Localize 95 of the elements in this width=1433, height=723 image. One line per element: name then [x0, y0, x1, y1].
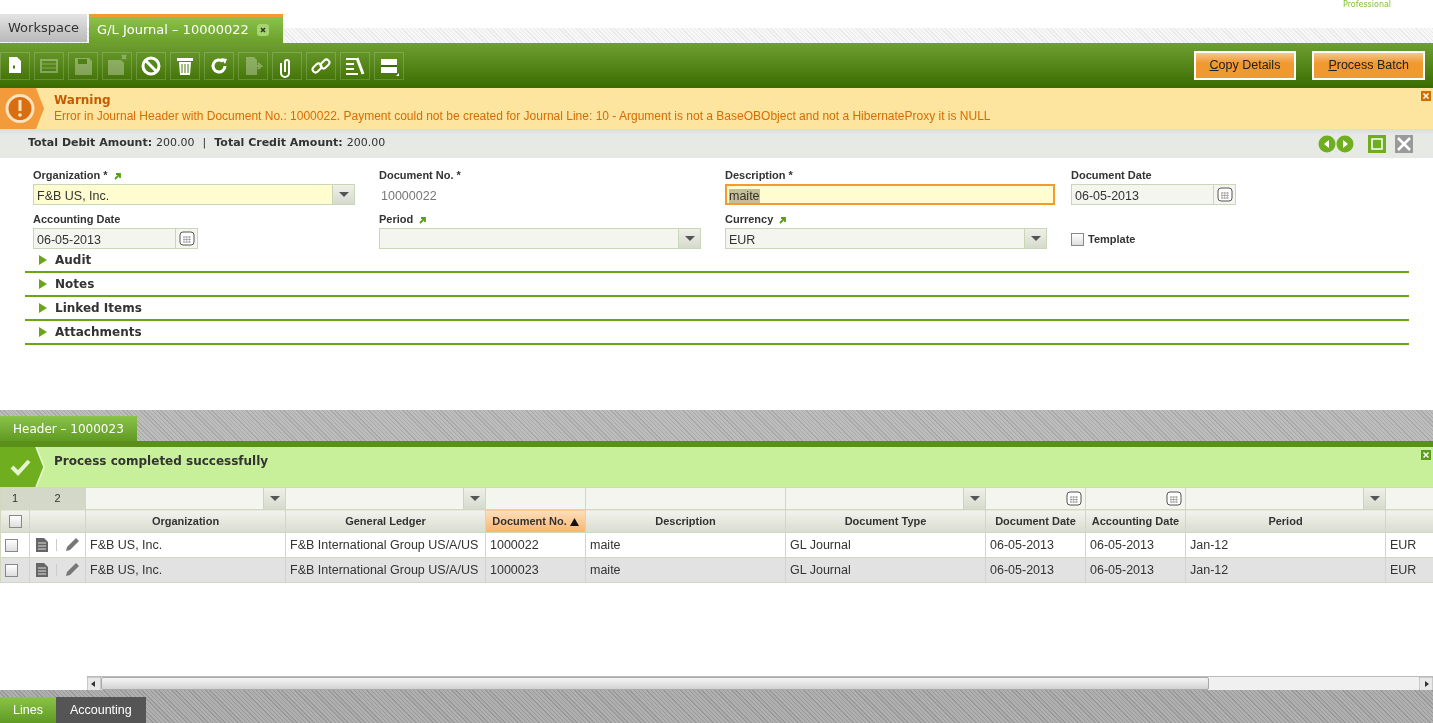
caret-icon[interactable]: [338, 192, 349, 197]
table-cell: GL Journal: [790, 537, 851, 552]
dropdown-field[interactable]: [379, 228, 701, 249]
table-row[interactable]: F&B US, Inc. F&B International Group US/A/US 1000023 maite GL Journal 06-05-2013 06-05-2013 Jan-12 EUR: [0, 557, 1433, 583]
table-cell: EUR: [1390, 537, 1417, 552]
table-cell: 06-05-2013: [1090, 537, 1154, 552]
column-header[interactable]: Period: [1268, 514, 1303, 527]
caret-icon[interactable]: [269, 496, 280, 501]
section-header[interactable]: Audit: [55, 251, 92, 269]
table-cell: 06-05-2013: [990, 537, 1054, 552]
tab[interactable]: Accounting: [55, 697, 146, 723]
success-message: Process completed successfully: [53, 453, 269, 470]
sort-ascending-icon[interactable]: [569, 517, 579, 526]
table-cell: F&B US, Inc.: [90, 537, 163, 552]
scroll-right-icon[interactable]: [1419, 677, 1433, 690]
dropdown-field[interactable]: F&B US, Inc.: [33, 184, 355, 205]
field-label: Document No. *: [379, 168, 461, 183]
field-label: Accounting Date: [33, 212, 121, 227]
section-header[interactable]: Notes: [55, 275, 95, 293]
caret-icon[interactable]: [684, 236, 695, 241]
column-number: 2: [54, 492, 61, 505]
table-cell: 1000022: [490, 537, 539, 552]
row-checkbox[interactable]: [5, 538, 18, 552]
close-icon[interactable]: [1421, 450, 1431, 460]
calendar-icon[interactable]: [178, 231, 195, 246]
pencil-icon[interactable]: [64, 537, 80, 554]
collapsed-triangle-icon[interactable]: [38, 327, 47, 337]
date-field[interactable]: 06-05-2013: [33, 228, 198, 249]
collapsed-triangle-icon[interactable]: [38, 279, 47, 289]
field-label: Description *: [725, 168, 793, 183]
warning-message: Error in Journal Header with Document No.: 1000022. Payment could not be created for Journal Line: 10 - Argument is not a BaseOBObject and not a HibernateProxy it is NULL: [54, 108, 991, 124]
horizontal-scrollbar[interactable]: [87, 676, 1433, 690]
total-value: 200.00: [346, 135, 386, 152]
table-row[interactable]: F&B US, Inc. F&B International Group US/A/US 1000022 maite GL Journal 06-05-2013 06-05-2013 Jan-12 EUR: [0, 532, 1433, 558]
total-value: 200.00: [156, 135, 195, 152]
caret-icon[interactable]: [1369, 496, 1380, 501]
pencil-icon[interactable]: [64, 562, 80, 579]
field-label: Document Date: [1071, 168, 1152, 183]
document-icon[interactable]: [35, 562, 49, 579]
previous-icon[interactable]: [1318, 134, 1336, 153]
collapsed-triangle-icon[interactable]: [38, 255, 47, 265]
table-cell: 06-05-2013: [1090, 562, 1154, 577]
toolbar-button[interactable]: Process Batch: [1312, 51, 1425, 80]
calendar-icon[interactable]: [1216, 187, 1233, 202]
field-label: Template: [1088, 232, 1136, 248]
calendar-icon[interactable]: [1166, 491, 1182, 506]
document-icon[interactable]: [35, 537, 49, 554]
column-number: 1: [11, 492, 19, 505]
field-label: Period: [379, 212, 414, 227]
collapsed-triangle-icon[interactable]: [38, 303, 47, 313]
close-icon[interactable]: [256, 24, 269, 36]
caret-icon[interactable]: [1030, 236, 1041, 241]
table-cell: F&B International Group US/A/US: [290, 562, 479, 577]
checkbox[interactable]: [1071, 233, 1084, 246]
field-label: Organization *: [33, 168, 108, 183]
table-cell: EUR: [1390, 562, 1417, 577]
close-icon[interactable]: [1421, 91, 1431, 101]
warning-title: Warning: [54, 92, 112, 108]
select-all-checkbox[interactable]: [8, 515, 22, 529]
table-cell: Jan-12: [1190, 562, 1229, 577]
link-arrow-icon[interactable]: [778, 214, 788, 224]
logo-tagline: Professional: [1343, 0, 1392, 10]
next-icon[interactable]: [1336, 134, 1354, 153]
table-cell: GL Journal: [790, 562, 851, 577]
field-value: 10000022: [380, 188, 438, 205]
total-label: Total Credit Amount:: [214, 135, 343, 152]
field-label: Currency: [725, 212, 774, 227]
dropdown-field[interactable]: EUR: [725, 228, 1047, 249]
table-cell: 1000023: [490, 562, 539, 577]
separator: |: [202, 135, 207, 152]
maximize-icon[interactable]: [1368, 134, 1386, 153]
caret-icon[interactable]: [469, 496, 480, 501]
table-cell: F&B International Group US/A/US: [290, 537, 479, 552]
section-header[interactable]: Linked Items: [55, 299, 142, 317]
caret-icon[interactable]: [969, 496, 980, 501]
table-cell: 06-05-2013: [990, 562, 1054, 577]
total-label: Total Debit Amount:: [28, 135, 153, 152]
link-arrow-icon[interactable]: [112, 170, 122, 180]
table-cell: maite: [590, 537, 621, 552]
section-header[interactable]: Attachments: [55, 323, 142, 341]
date-field[interactable]: 06-05-2013: [1071, 184, 1236, 205]
input-field[interactable]: maite: [725, 184, 1055, 205]
link-arrow-icon[interactable]: [418, 214, 428, 224]
warning-icon: [0, 88, 46, 129]
table-cell: maite: [590, 562, 621, 577]
column-header[interactable]: Description: [655, 514, 716, 527]
toolbar-button[interactable]: Copy Details: [1193, 51, 1297, 80]
table-cell: F&B US, Inc.: [90, 562, 163, 577]
column-header[interactable]: Organization: [151, 514, 220, 527]
calendar-icon[interactable]: [1066, 491, 1082, 506]
checkmark-icon: [0, 447, 46, 487]
table-cell: Jan-12: [1190, 537, 1229, 552]
row-checkbox[interactable]: [5, 563, 18, 577]
scroll-left-icon[interactable]: [87, 677, 101, 690]
window-tab[interactable]: Workspace: [0, 14, 88, 42]
